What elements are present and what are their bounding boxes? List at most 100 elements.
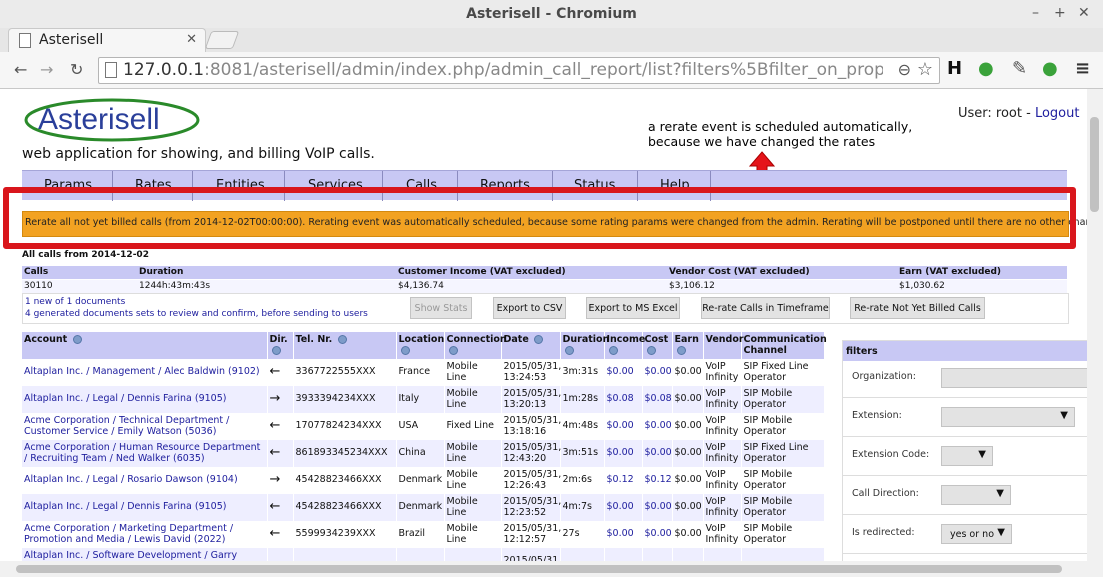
cell-cost[interactable]: $0.00	[642, 359, 673, 386]
horizontal-scroll-thumb[interactable]	[16, 565, 1062, 573]
cell-cost[interactable]: $0.00	[642, 521, 673, 548]
help-icon[interactable]	[646, 346, 656, 355]
col-connection[interactable]: Connection	[444, 332, 507, 359]
cell-location: Brazil	[396, 521, 445, 548]
cell-income[interactable]: $0.00	[604, 440, 643, 467]
address-bar[interactable]: 127.0.0.1:8081/asterisell/admin/index.ph…	[98, 57, 940, 84]
cell-account[interactable]: Acme Corporation / Technical Department …	[22, 413, 268, 440]
cell-account[interactable]: Acme Corporation / Marketing Department …	[22, 521, 268, 548]
cell-cost[interactable]: $0.00	[642, 440, 673, 467]
col-income[interactable]: Income	[604, 332, 645, 359]
cell-income[interactable]: $0.12	[604, 467, 643, 494]
help-icon[interactable]	[534, 335, 544, 344]
cell-tel: 17077824234XXX	[293, 413, 397, 440]
col-account[interactable]: Account	[22, 332, 268, 359]
table-row[interactable]: Acme Corporation / Technical Department …	[22, 413, 825, 440]
rerate-not-billed-button[interactable]: Re-rate Not Yet Billed Calls	[850, 297, 985, 319]
cell-income[interactable]: $0.08	[604, 386, 643, 413]
help-icon[interactable]	[676, 346, 686, 355]
new-documents-link[interactable]: 1 new of 1 documents	[25, 297, 125, 307]
generated-documents-link[interactable]: 4 generated documents sets to review and…	[25, 309, 368, 319]
vertical-scroll-thumb[interactable]	[1090, 117, 1099, 212]
col-channel[interactable]: Communication Channel	[741, 332, 827, 359]
help-icon[interactable]	[608, 346, 618, 355]
col-duration[interactable]: Duration	[560, 332, 609, 359]
col-cost[interactable]: Cost	[642, 332, 673, 359]
rerate-timeframe-button[interactable]: Re-rate Calls in Timeframe	[701, 297, 830, 319]
cell-income[interactable]	[604, 548, 643, 561]
help-icon[interactable]	[72, 335, 82, 344]
show-stats-button[interactable]: Show Stats	[410, 297, 472, 319]
table-row[interactable]: Altaplan Inc. / Legal / Dennis Farina (9…	[22, 386, 825, 413]
col-earn[interactable]: Earn	[672, 332, 704, 359]
cell-income[interactable]: $0.00	[604, 494, 643, 521]
col-dir-label: Dir.	[269, 334, 288, 345]
cell-cost[interactable]: $0.00	[642, 494, 673, 521]
export-excel-button[interactable]: Export to MS Excel	[586, 297, 680, 319]
cell-tel: 5599934239XXX	[293, 521, 397, 548]
cell-cost[interactable]	[642, 548, 673, 561]
cell-income[interactable]: $0.00	[604, 413, 643, 440]
close-tab-icon[interactable]: ✕	[186, 32, 197, 47]
cell-account[interactable]: Altaplan Inc. / Legal / Dennis Farina (9…	[22, 386, 268, 413]
table-row[interactable]: Altaplan Inc. / Management / Alec Baldwi…	[22, 359, 825, 386]
speech-extension-icon[interactable]: ●	[978, 58, 994, 79]
table-row[interactable]: Altaplan Inc. / Legal / Dennis Farina (9…	[22, 494, 825, 521]
table-row[interactable]: Altaplan Inc. / Legal / Rosario Dawson (…	[22, 467, 825, 494]
browser-tab[interactable]: Asterisell ✕	[8, 28, 206, 53]
cell-duration: 3m:31s	[560, 359, 605, 386]
table-header-row: Account Dir. Tel. Nr. Location Connectio…	[22, 332, 827, 359]
minimize-icon[interactable]: –	[1032, 5, 1039, 21]
cell-cost[interactable]: $0.12	[642, 467, 673, 494]
help-icon[interactable]	[564, 346, 574, 355]
filter-is-redirected-value: yes or no	[950, 529, 995, 540]
reload-icon[interactable]: ↻	[70, 60, 83, 79]
col-date[interactable]: Date	[501, 332, 561, 359]
export-csv-button[interactable]: Export to CSV	[493, 297, 566, 319]
chat-extension-icon[interactable]: ●	[1042, 58, 1058, 79]
cell-account[interactable]: Altaplan Inc. / Legal / Dennis Farina (9…	[22, 494, 268, 521]
zoom-icon[interactable]: ⊖	[898, 60, 911, 79]
filter-extension-select[interactable]: ▼	[941, 407, 1075, 427]
table-row[interactable]: Acme Corporation / Human Resource Depart…	[22, 440, 825, 467]
cell-account[interactable]: Altaplan Inc. / Software Development / G…	[22, 548, 268, 561]
back-icon[interactable]: ←	[14, 60, 27, 79]
cell-income[interactable]: $0.00	[604, 521, 643, 548]
filter-extension-code-select[interactable]: ▼	[941, 446, 993, 466]
filter-call-direction-select[interactable]: ▼	[941, 485, 1011, 505]
close-window-icon[interactable]: ✕	[1078, 5, 1090, 21]
col-location[interactable]: Location	[396, 332, 445, 359]
filter-is-redirected-label: Is redirected:	[852, 527, 915, 538]
help-icon[interactable]	[337, 335, 347, 344]
col-dir[interactable]: Dir.	[267, 332, 294, 359]
new-tab-button[interactable]	[204, 31, 240, 49]
menu-icon[interactable]: ≡	[1075, 58, 1090, 79]
cell-cost[interactable]: $0.00	[642, 413, 673, 440]
filters-header: filters	[843, 341, 1087, 361]
filter-is-redirected-select[interactable]: yes or no ▼	[941, 524, 1012, 544]
col-tel[interactable]: Tel. Nr.	[293, 332, 397, 359]
filter-organization-input[interactable]	[941, 368, 1087, 388]
help-icon[interactable]	[400, 346, 410, 355]
cell-account[interactable]: Altaplan Inc. / Management / Alec Baldwi…	[22, 359, 268, 386]
help-icon[interactable]	[448, 346, 458, 355]
cell-income[interactable]: $0.00	[604, 359, 643, 386]
cell-account[interactable]: Acme Corporation / Human Resource Depart…	[22, 440, 268, 467]
maximize-icon[interactable]: +	[1054, 5, 1066, 21]
h-extension-icon[interactable]: H	[947, 58, 962, 79]
col-vendor[interactable]: Vendor	[703, 332, 744, 359]
vertical-scrollbar[interactable]	[1087, 89, 1103, 561]
horizontal-scrollbar[interactable]	[0, 561, 1103, 577]
cell-channel: SIP Mobile Operator	[741, 521, 825, 548]
help-icon[interactable]	[271, 346, 281, 355]
bookmark-star-icon[interactable]: ☆	[917, 59, 933, 80]
table-row[interactable]: Acme Corporation / Marketing Department …	[22, 521, 825, 548]
window-title: Asterisell - Chromium	[466, 6, 637, 22]
forward-icon[interactable]: →	[40, 60, 53, 79]
cell-cost[interactable]: $0.08	[642, 386, 673, 413]
eyedropper-icon[interactable]: ✎	[1012, 58, 1027, 79]
table-row[interactable]: Altaplan Inc. / Software Development / G…	[22, 548, 825, 561]
logout-link[interactable]: Logout	[1035, 106, 1080, 121]
cell-account[interactable]: Altaplan Inc. / Legal / Rosario Dawson (…	[22, 467, 268, 494]
cell-location: USA	[396, 413, 445, 440]
